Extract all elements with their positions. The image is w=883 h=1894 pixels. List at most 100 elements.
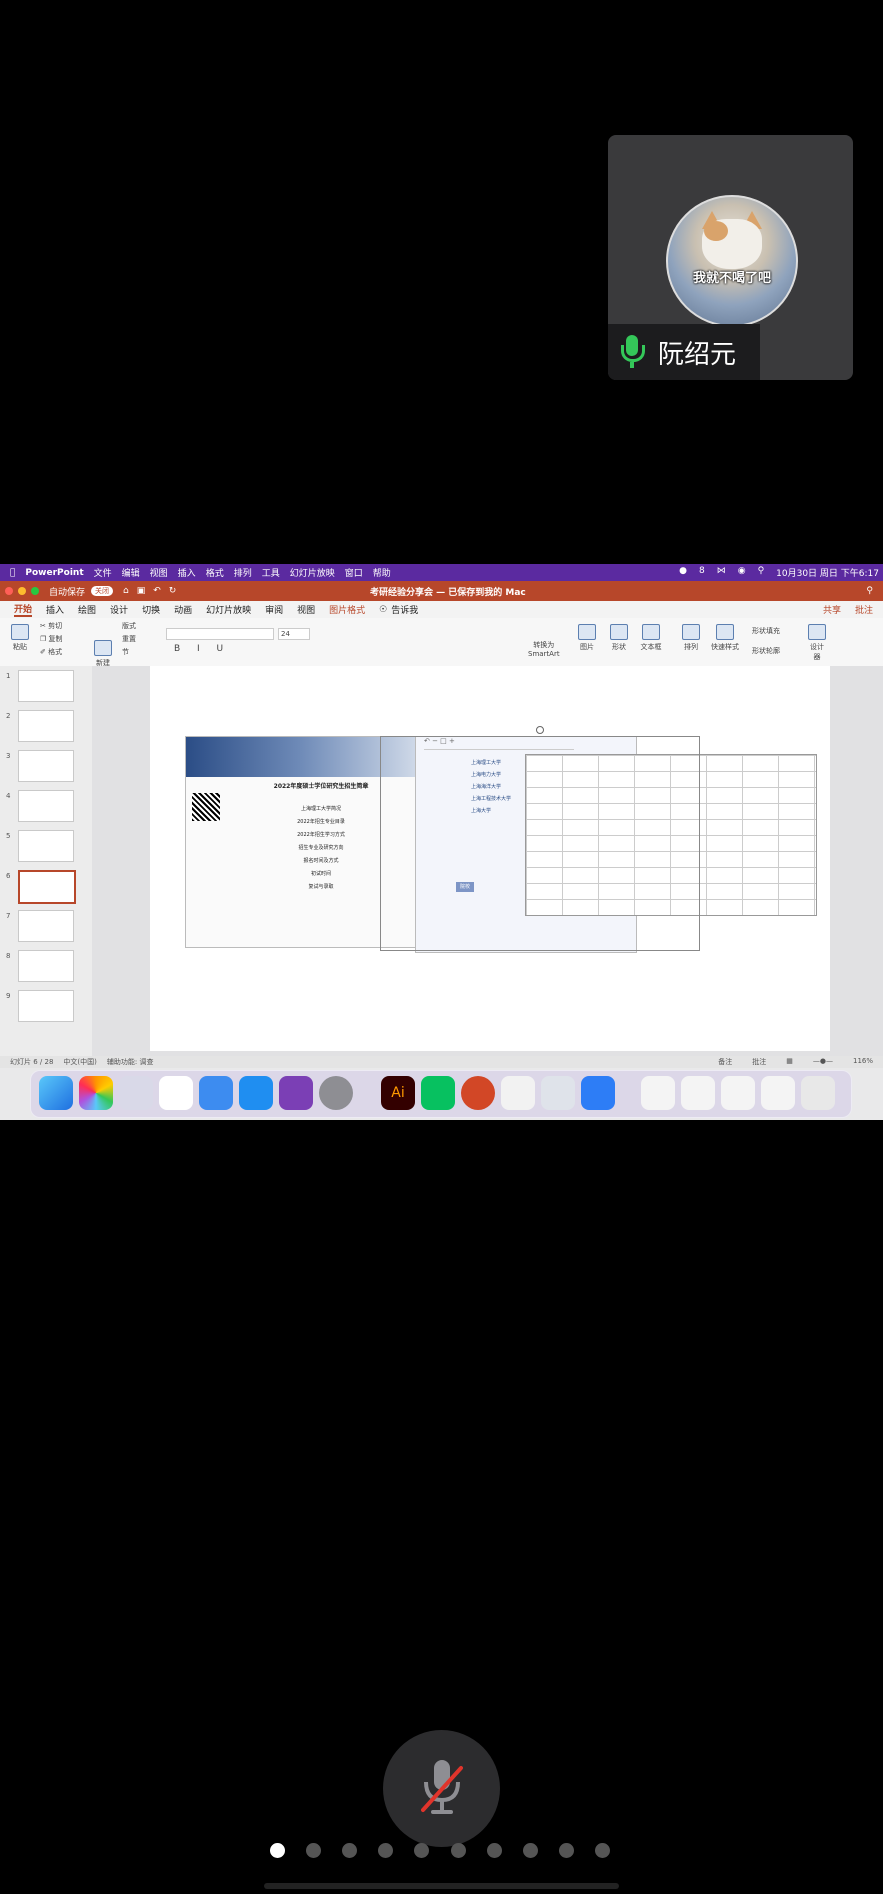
quick-styles-button[interactable]: 快速样式 [710,624,740,652]
wechat-icon[interactable] [421,1076,455,1110]
arrange-button[interactable]: 排列 [680,624,702,652]
section-button[interactable]: 节 [122,647,129,657]
tab-review[interactable]: 审阅 [265,603,283,616]
autosave-toggle[interactable]: 关闭 [91,586,114,596]
slide-thumbnail[interactable] [18,910,74,942]
photos-icon[interactable] [79,1076,113,1110]
notes-button[interactable]: 备注 [718,1057,732,1067]
zoom-window-button[interactable] [31,587,39,595]
wifi-icon[interactable]: ◉ [738,566,746,579]
copy-button[interactable]: ❐ 复制 [40,634,63,644]
menu-edit[interactable]: 编辑 [122,566,140,579]
tab-slideshow[interactable]: 幻灯片放映 [206,603,251,616]
normal-view-icon[interactable]: ▦ [786,1057,793,1067]
undo-icon[interactable]: ↶ [153,586,161,596]
safari-icon[interactable] [199,1076,233,1110]
format-painter-button[interactable]: ✐ 格式 [40,647,62,657]
slide-thumbnail[interactable] [18,710,74,742]
reset-button[interactable]: 重置 [122,634,136,644]
slide-thumbnail[interactable] [18,670,74,702]
menu-view[interactable]: 视图 [150,566,168,579]
textbox-button[interactable]: 文本框 [638,624,664,652]
page-dot[interactable] [522,1842,538,1858]
page-dot[interactable] [450,1842,466,1858]
page-dot[interactable] [594,1842,610,1858]
tencent-meeting-icon[interactable] [581,1076,615,1110]
mute-toggle-button[interactable] [383,1730,500,1847]
slide-thumbnail[interactable] [18,790,74,822]
tell-me-box[interactable]: 告诉我 [391,603,418,616]
bluetooth-icon[interactable]: ⋈ [717,566,726,579]
minimize-window-button[interactable] [18,587,26,595]
font-size-field[interactable]: 24 [278,628,310,640]
menu-slideshow[interactable]: 幻灯片放映 [290,566,335,579]
tab-draw[interactable]: 绘图 [78,603,96,616]
save-icon[interactable]: ▣ [137,586,146,596]
zoom-level[interactable]: 116% [853,1057,873,1067]
slide-thumbnail[interactable] [18,990,74,1022]
wechat-status-icon[interactable]: ● [679,566,687,579]
system-preferences-icon[interactable] [319,1076,353,1110]
slide-thumbnail[interactable] [18,750,74,782]
shared-screen[interactable]:  PowerPoint 文件 编辑 视图 插入 格式 排列 工具 幻灯片放映 … [0,564,883,1120]
shapes-button[interactable]: 形状 [608,624,630,652]
page-dot[interactable] [414,1842,430,1858]
launchpad-icon[interactable] [119,1076,153,1110]
tab-view[interactable]: 视图 [297,603,315,616]
slide-thumbnail[interactable] [18,950,74,982]
layout-button[interactable]: 版式 [122,621,136,631]
tab-animations[interactable]: 动画 [174,603,192,616]
powerpoint-icon[interactable] [461,1076,495,1110]
share-button[interactable]: 共享 [823,603,841,616]
language-indicator[interactable]: 中文(中国) [63,1057,96,1067]
table-screenshot-image[interactable] [525,754,817,916]
qq-icon[interactable] [159,1076,193,1110]
redo-icon[interactable]: ↻ [169,586,177,596]
paste-button[interactable]: 粘贴 [8,624,32,652]
trash-icon[interactable] [801,1076,835,1110]
downloads-folder-icon[interactable] [761,1076,795,1110]
accessibility-checker[interactable]: 辅助功能: 调查 [107,1057,154,1067]
tab-picture-format[interactable]: 图片格式 [329,603,365,616]
menubar-clock[interactable]: 10月30日 周日 下午6:17 [776,566,879,579]
recent-document-icon[interactable] [721,1076,755,1110]
slide-thumbnail-selected[interactable] [18,870,76,904]
recent-document-icon[interactable] [641,1076,675,1110]
convert-smartart-button[interactable]: 转换为 SmartArt [528,640,560,658]
menu-help[interactable]: 帮助 [373,566,391,579]
onenote-icon[interactable] [279,1076,313,1110]
home-icon[interactable]: ⌂ [123,586,129,596]
participant-tile[interactable]: 我就不喝了吧 阮绍元 [608,135,853,380]
pen-app-icon[interactable] [501,1076,535,1110]
tab-insert[interactable]: 插入 [46,603,64,616]
menu-insert[interactable]: 插入 [178,566,196,579]
tab-design[interactable]: 设计 [110,603,128,616]
apple-icon[interactable]:  [10,568,15,578]
page-dot[interactable] [342,1842,358,1858]
finder-icon[interactable] [39,1076,73,1110]
font-name-field[interactable] [166,628,274,640]
website-screenshot-image[interactable]: 2022年度硕士学位研究生招生简章 上海理工大学简况 2022年招生专业目录 2… [185,736,417,948]
font-style-buttons[interactable]: B I U [174,644,230,654]
slide-thumbnail[interactable] [18,830,74,862]
rotate-handle[interactable] [536,726,544,734]
illustrator-icon[interactable]: Ai [381,1076,415,1110]
menu-format[interactable]: 格式 [206,566,224,579]
slide-editor[interactable]: 2022年度硕士学位研究生招生简章 上海理工大学简况 2022年招生专业目录 2… [150,666,830,1051]
preview-icon[interactable] [541,1076,575,1110]
close-window-button[interactable] [5,587,13,595]
tab-transitions[interactable]: 切换 [142,603,160,616]
search-icon[interactable]: ⚲ [866,586,873,596]
menu-file[interactable]: 文件 [94,566,112,579]
search-icon[interactable]: ⚲ [758,566,765,579]
menubar-app-name[interactable]: PowerPoint [25,568,83,578]
page-dot[interactable] [378,1842,394,1858]
shape-outline-button[interactable]: 形状轮廓 [752,646,780,656]
picture-button[interactable]: 图片 [576,624,598,652]
home-indicator[interactable] [264,1883,619,1889]
designer-button[interactable]: 设计 器 [806,624,828,662]
recent-document-icon[interactable] [681,1076,715,1110]
comments-status-button[interactable]: 批注 [752,1057,766,1067]
menu-arrange[interactable]: 排列 [234,566,252,579]
app-store-icon[interactable] [239,1076,273,1110]
